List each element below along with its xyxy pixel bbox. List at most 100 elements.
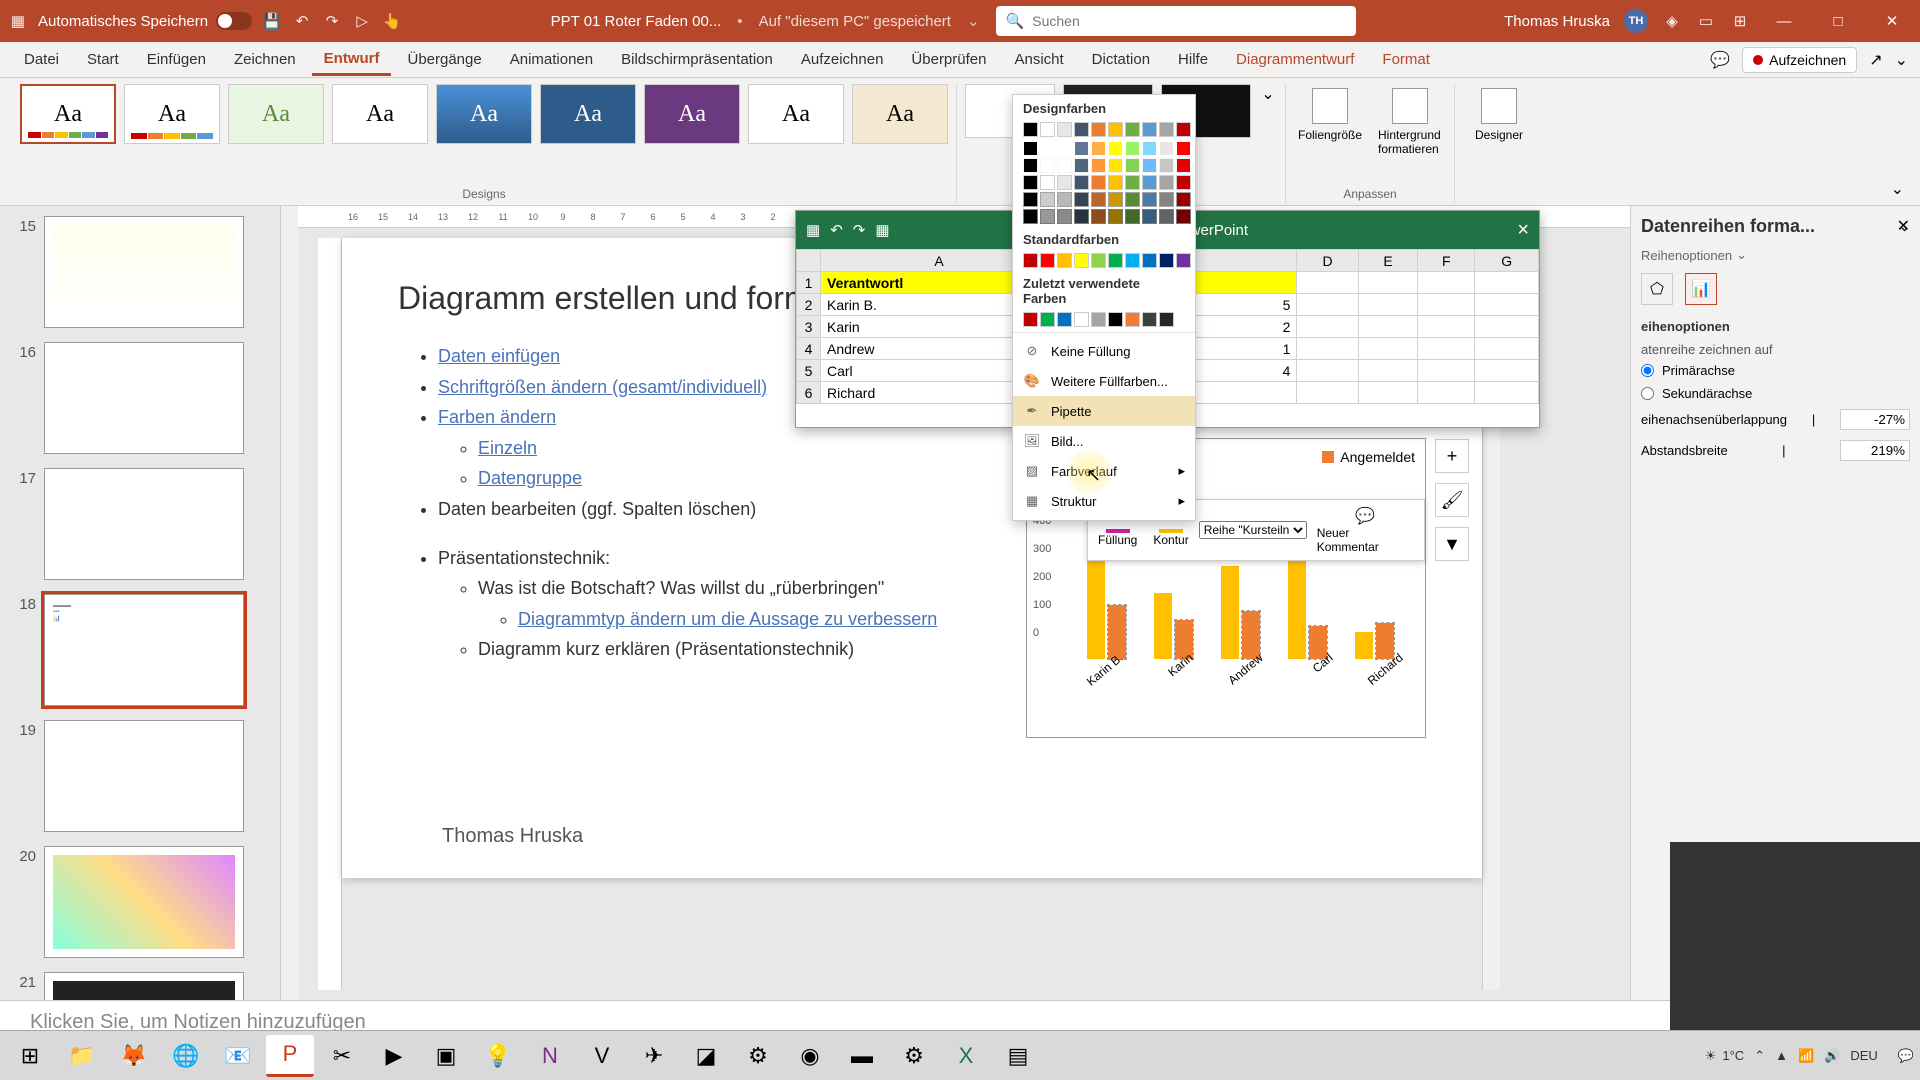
chart-styles-button[interactable]: 🖌 (1435, 483, 1469, 517)
color-swatch[interactable] (1142, 253, 1157, 268)
record-button[interactable]: Aufzeichnen (1742, 47, 1857, 73)
color-swatch[interactable] (1159, 122, 1174, 137)
user-name[interactable]: Thomas Hruska (1504, 13, 1610, 30)
slide-thumbnail[interactable] (44, 216, 244, 328)
app-icon-1[interactable]: ▣ (422, 1035, 470, 1077)
color-swatch[interactable] (1057, 141, 1072, 156)
color-swatch[interactable] (1057, 192, 1072, 207)
comments-icon[interactable]: 💬 (1710, 50, 1730, 70)
color-swatch[interactable] (1057, 122, 1072, 137)
language-indicator[interactable]: DEU (1850, 1048, 1877, 1063)
slideshow-icon[interactable]: ▷ (352, 11, 372, 31)
color-swatch[interactable] (1176, 209, 1191, 224)
notifications-icon[interactable]: 💬 (1898, 1048, 1914, 1064)
color-swatch[interactable] (1023, 253, 1038, 268)
chart-legend[interactable]: Angemeldet (1322, 449, 1415, 465)
color-swatch[interactable] (1176, 141, 1191, 156)
user-avatar[interactable]: TH (1624, 9, 1648, 33)
color-swatch[interactable] (1074, 122, 1089, 137)
volume-icon[interactable]: 🔊 (1824, 1048, 1840, 1064)
color-swatch[interactable] (1176, 122, 1191, 137)
chrome-icon[interactable]: 🌐 (162, 1035, 210, 1077)
color-swatch[interactable] (1023, 312, 1038, 327)
gradient-fill-item[interactable]: ▨Farbverlauf▸ (1013, 456, 1195, 486)
color-swatch[interactable] (1091, 192, 1106, 207)
color-swatch[interactable] (1040, 253, 1055, 268)
tab-zeichnen[interactable]: Zeichnen (222, 45, 308, 74)
excel-menu-icon[interactable]: ▦ (806, 221, 820, 239)
theme-thumbnail[interactable]: Aa (852, 84, 948, 144)
tab-start[interactable]: Start (75, 45, 131, 74)
color-swatch[interactable] (1023, 175, 1038, 190)
color-swatch[interactable] (1159, 141, 1174, 156)
outlook-icon[interactable]: 📧 (214, 1035, 262, 1077)
collapse-ribbon-icon[interactable]: ⌄ (1895, 50, 1908, 70)
color-swatch[interactable] (1159, 253, 1174, 268)
overlap-input[interactable] (1840, 409, 1910, 430)
app-icon-4[interactable]: ◪ (682, 1035, 730, 1077)
color-swatch[interactable] (1023, 141, 1038, 156)
theme-thumbnail[interactable]: Aa (436, 84, 532, 144)
color-swatch[interactable] (1176, 192, 1191, 207)
eyedropper-item[interactable]: ✒Pipette (1013, 396, 1195, 426)
color-swatch[interactable] (1125, 209, 1140, 224)
settings-icon[interactable]: ⚙ (890, 1035, 938, 1077)
slide-thumbnail[interactable] (44, 720, 244, 832)
share-icon[interactable]: ↗ (1869, 50, 1882, 70)
app-icon-5[interactable]: ◉ (786, 1035, 834, 1077)
tab-entwurf[interactable]: Entwurf (312, 44, 392, 76)
app-icon-6[interactable]: ▬ (838, 1035, 886, 1077)
diamond-icon[interactable]: ◈ (1662, 11, 1682, 31)
powerpoint-icon[interactable]: P (266, 1035, 314, 1077)
bullet-link[interactable]: Schriftgrößen ändern (gesamt/individuell… (438, 377, 767, 397)
series-dropdown[interactable]: Reihe "Kursteiln (1199, 521, 1307, 539)
theme-thumbnail[interactable]: Aa (644, 84, 740, 144)
color-swatch[interactable] (1176, 158, 1191, 173)
obs-icon[interactable]: ⚙ (734, 1035, 782, 1077)
window-icon[interactable]: ⊞ (1730, 11, 1750, 31)
toggle-switch[interactable] (216, 12, 252, 30)
excel-redo-icon[interactable]: ↷ (853, 221, 866, 239)
gap-input[interactable] (1840, 440, 1910, 461)
vlc-icon[interactable]: ▶ (370, 1035, 418, 1077)
texture-fill-item[interactable]: ▦Struktur▸ (1013, 486, 1195, 516)
color-swatch[interactable] (1074, 312, 1089, 327)
bullet-link[interactable]: Diagrammtyp ändern um die Aussage zu ver… (518, 609, 937, 629)
thumbnail-panel[interactable]: 15 16 17 18▬▬▬▪▪▪📊 19 20 21 22 23 24 (0, 206, 280, 1000)
color-swatch[interactable] (1074, 158, 1089, 173)
excel-icon[interactable]: X (942, 1035, 990, 1077)
color-swatch[interactable] (1125, 253, 1140, 268)
color-swatch[interactable] (1159, 175, 1174, 190)
color-swatch[interactable] (1091, 158, 1106, 173)
collapse-icon[interactable]: ⌄ (1891, 179, 1904, 199)
color-swatch[interactable] (1057, 312, 1072, 327)
color-swatch[interactable] (1125, 158, 1140, 173)
tab-format[interactable]: Format (1370, 45, 1442, 74)
color-swatch[interactable] (1040, 122, 1055, 137)
color-swatch[interactable] (1057, 209, 1072, 224)
color-swatch[interactable] (1040, 312, 1055, 327)
touch-icon[interactable]: 👆 (382, 11, 402, 31)
tab-einfuegen[interactable]: Einfügen (135, 45, 218, 74)
undo-icon[interactable]: ↶ (292, 11, 312, 31)
tab-ansicht[interactable]: Ansicht (1002, 45, 1075, 74)
tab-datei[interactable]: Datei (12, 45, 71, 74)
excel-undo-icon[interactable]: ↶ (830, 221, 843, 239)
series-options-icon[interactable]: 📊 (1685, 273, 1717, 305)
color-swatch[interactable] (1108, 312, 1123, 327)
firefox-icon[interactable]: 🦊 (110, 1035, 158, 1077)
color-swatch[interactable] (1091, 209, 1106, 224)
color-swatch[interactable] (1074, 175, 1089, 190)
tray-icon[interactable]: ▲ (1775, 1048, 1788, 1063)
network-icon[interactable]: 📶 (1798, 1048, 1814, 1064)
fill-options-icon[interactable]: ⬠ (1641, 273, 1673, 305)
tray-icon[interactable]: ▭ (1696, 11, 1716, 31)
color-swatch[interactable] (1074, 192, 1089, 207)
color-swatch[interactable] (1091, 312, 1106, 327)
color-swatch[interactable] (1057, 253, 1072, 268)
tab-ueberpruefen[interactable]: Überprüfen (899, 45, 998, 74)
tab-uebergaenge[interactable]: Übergänge (395, 45, 493, 74)
theme-thumbnail[interactable]: Aa (124, 84, 220, 144)
new-comment-button[interactable]: 💬Neuer Kommentar (1311, 504, 1420, 556)
theme-thumbnail[interactable]: Aa (748, 84, 844, 144)
